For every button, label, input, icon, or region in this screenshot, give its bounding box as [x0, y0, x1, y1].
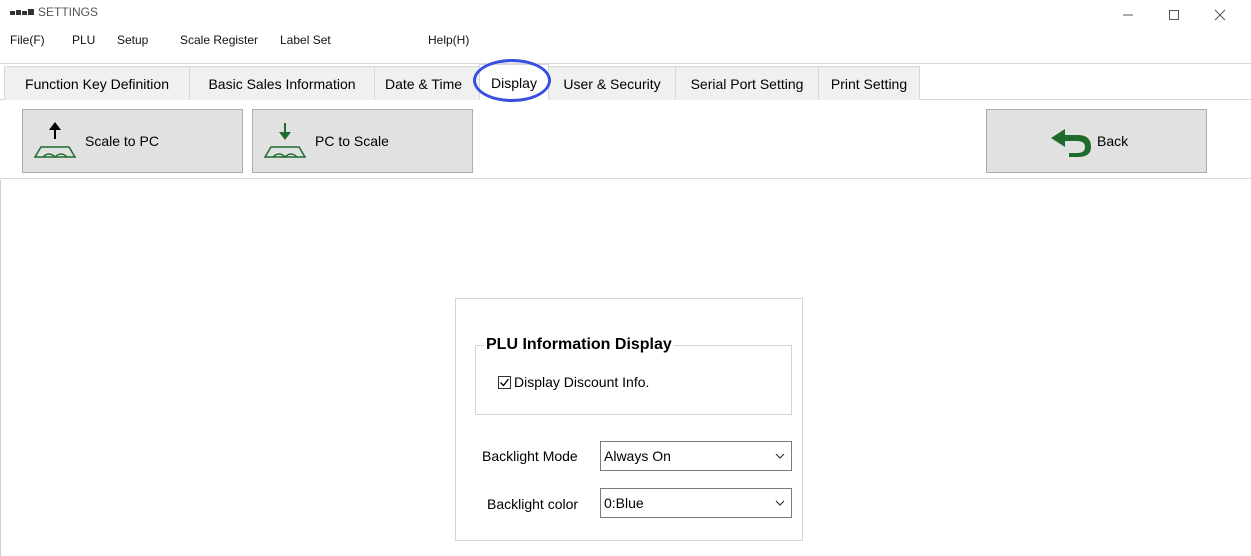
- tab-user-security[interactable]: User & Security: [548, 66, 676, 100]
- maximize-icon: [1169, 10, 1179, 20]
- backlight-mode-label: Backlight Mode: [482, 448, 578, 464]
- menu-plu[interactable]: PLU: [72, 33, 95, 47]
- tab-display[interactable]: Display: [479, 64, 549, 100]
- tab-serial-port-setting[interactable]: Serial Port Setting: [675, 66, 819, 100]
- pc-to-scale-label: PC to Scale: [315, 133, 389, 149]
- tab-basic-sales-information[interactable]: Basic Sales Information: [189, 66, 375, 100]
- tab-function-key-definition[interactable]: Function Key Definition: [4, 66, 190, 100]
- toolbar: Scale to PC PC to Scale Back: [0, 101, 1251, 179]
- app-logo-icon: [10, 9, 34, 15]
- chevron-down-icon: [775, 453, 785, 459]
- menu-label-set[interactable]: Label Set: [280, 33, 331, 47]
- checkmark-icon: [500, 378, 510, 386]
- close-button[interactable]: [1197, 0, 1243, 30]
- display-settings-panel: PLU Information Display Display Discount…: [455, 298, 803, 541]
- scale-download-icon: [263, 123, 307, 159]
- title-bar: SETTINGS: [0, 0, 1251, 30]
- minimize-button[interactable]: [1105, 0, 1151, 30]
- menu-scale-register[interactable]: Scale Register: [180, 33, 258, 47]
- menu-help[interactable]: Help(H): [428, 33, 469, 47]
- display-discount-checkbox-row[interactable]: Display Discount Info.: [498, 374, 649, 390]
- backlight-mode-value: Always On: [604, 448, 671, 464]
- scale-to-pc-button[interactable]: Scale to PC: [22, 109, 243, 173]
- group-title: PLU Information Display: [484, 336, 674, 354]
- chevron-down-icon: [775, 500, 785, 506]
- close-icon: [1214, 9, 1226, 21]
- back-button[interactable]: Back: [986, 109, 1207, 173]
- settings-tabs: Function Key Definition Basic Sales Info…: [0, 57, 1251, 100]
- backlight-color-select[interactable]: 0:Blue: [600, 488, 792, 518]
- backlight-color-value: 0:Blue: [604, 495, 644, 511]
- display-discount-label: Display Discount Info.: [514, 374, 650, 390]
- scale-upload-icon: [33, 122, 77, 159]
- minimize-icon: [1123, 14, 1133, 16]
- back-arrow-icon: [1051, 129, 1091, 157]
- back-label: Back: [1097, 133, 1129, 149]
- scale-to-pc-label: Scale to PC: [85, 133, 159, 149]
- tab-print-setting[interactable]: Print Setting: [818, 66, 920, 100]
- window-title: SETTINGS: [38, 5, 99, 19]
- menu-setup[interactable]: Setup: [117, 33, 148, 47]
- display-discount-checkbox[interactable]: [498, 375, 511, 389]
- backlight-mode-select[interactable]: Always On: [600, 441, 792, 471]
- plu-information-display-group: PLU Information Display Display Discount…: [475, 336, 792, 415]
- menu-bar: File(F) PLU Setup Scale Register Label S…: [0, 31, 1251, 53]
- tab-strip-divider: [0, 63, 1251, 64]
- pc-to-scale-button[interactable]: PC to Scale: [252, 109, 473, 173]
- maximize-button[interactable]: [1151, 0, 1197, 30]
- menu-file[interactable]: File(F): [10, 33, 45, 47]
- backlight-color-label: Backlight color: [487, 496, 579, 512]
- tab-date-time[interactable]: Date & Time: [374, 66, 480, 100]
